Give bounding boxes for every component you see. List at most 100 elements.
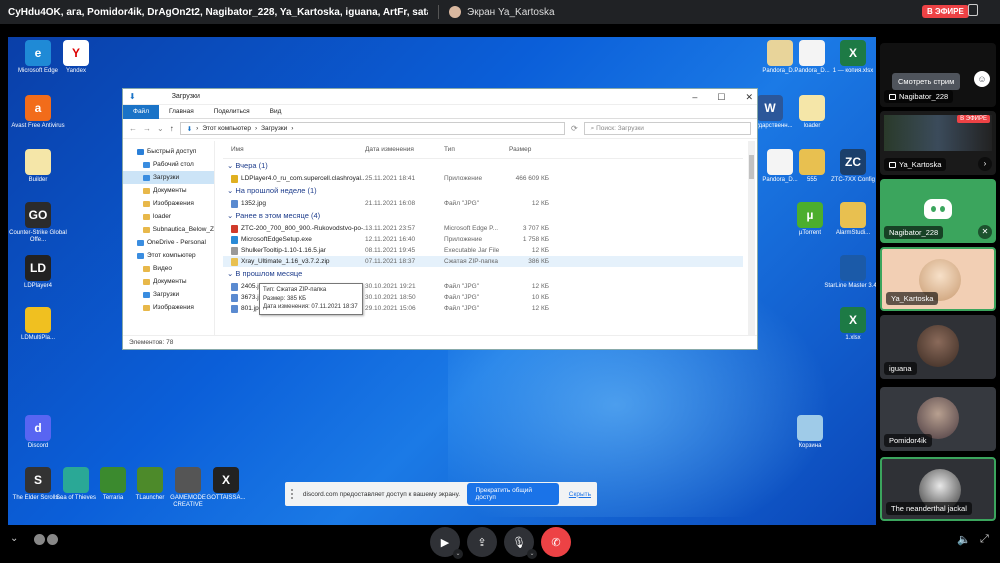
file-date: 30.10.2021 19:21 <box>365 283 416 290</box>
participant-tile-6[interactable]: Pomidor4ik <box>880 387 996 451</box>
minimize-icon[interactable]: – <box>692 92 697 103</box>
nav-item[interactable]: Рабочий стол <box>123 158 214 171</box>
disconnect-button[interactable]: ✆ <box>541 527 571 557</box>
desktop-icon[interactable]: GO Counter-Strike Global Offe... <box>8 202 68 244</box>
desktop-icon[interactable]: Корзина <box>780 415 840 450</box>
desktop-icon[interactable]: ZC ZTC-7XX Config <box>823 149 876 184</box>
file-row[interactable]: ShulkerTooltip-1.10-1.16.5.jar 08.11.2021… <box>223 245 743 256</box>
file-group-header[interactable]: ⌄ В прошлом месяце <box>223 267 743 281</box>
file-row[interactable]: 1352.jpg 21.11.2021 16:08 Файл "JPG" 12 КБ <box>223 198 743 209</box>
navigation-pane: Быстрый доступ Рабочий стол Загрузки Докуме… <box>123 141 215 335</box>
column-size[interactable]: Размер <box>509 146 549 153</box>
folder-icon <box>143 226 150 233</box>
participant-name: Nagibator_228 <box>884 226 944 239</box>
screen-share-button[interactable]: ⇪ <box>467 527 497 557</box>
chevron-down-icon[interactable]: ⌄ <box>157 124 164 133</box>
breadcrumb-computer[interactable]: Этот компьютер <box>202 125 251 132</box>
desktop-icon[interactable]: AlarmStudi... <box>823 202 876 237</box>
quick-access-toolbar-icon[interactable]: ⬇ <box>129 92 136 101</box>
chevron-right-icon[interactable]: › <box>978 157 992 171</box>
app-icon: W <box>757 95 783 121</box>
participant-tile-3[interactable]: Nagibator_228 ✕ <box>880 179 996 243</box>
file-type: Файл "JPG" <box>444 305 480 312</box>
search-input[interactable]: ⌕ Поиск: Загрузки <box>583 122 751 135</box>
desktop-icon[interactable]: Y Yandex <box>46 40 106 75</box>
participant-tile-2[interactable]: В ЭФИРЕ Ya_Kartoska › <box>880 111 996 175</box>
file-group-header[interactable]: ⌄ Вчера (1) <box>223 159 743 173</box>
fullscreen-icon[interactable]: ⤢ <box>980 533 989 546</box>
volume-icon[interactable]: 🔈 <box>957 533 971 546</box>
scrollbar-thumb[interactable] <box>749 155 754 179</box>
nav-item[interactable]: OneDrive - Personal <box>123 236 214 249</box>
nav-item[interactable]: Загрузки <box>123 171 214 184</box>
desktop-icon[interactable]: LD LDPlayer4 <box>8 255 68 290</box>
nav-item[interactable]: loader <box>123 210 214 223</box>
file-group-header[interactable]: ⌄ Ранее в этом месяце (4) <box>223 209 743 223</box>
desktop-icon[interactable]: X 1 — копия.xlsx <box>823 40 876 75</box>
nav-item[interactable]: Документы <box>123 275 214 288</box>
drag-handle[interactable] <box>291 489 297 499</box>
app-icon: X <box>840 307 866 333</box>
chevron-down-icon[interactable]: ⌄ <box>453 549 463 559</box>
breadcrumb-downloads[interactable]: Загрузки <box>261 125 287 132</box>
ribbon-tab-file[interactable]: Файл <box>123 104 159 119</box>
participant-tile-1[interactable]: Смотреть стрим ☺ Nagibator_228 <box>880 43 996 107</box>
ribbon-tab-home[interactable]: Главная <box>159 105 204 119</box>
file-icon <box>231 224 238 233</box>
desktop-icon[interactable]: StarLine Master 3.4.0 <box>823 255 876 290</box>
desktop-icon[interactable]: X 1.xlsx <box>823 307 876 342</box>
stream-view[interactable]: e Microsoft Edge Y Yandex a Avast Free Antivi… <box>8 37 876 525</box>
stop-sharing-button[interactable]: Прекратить общий доступ <box>467 483 559 505</box>
nav-item[interactable]: Видео <box>123 262 214 275</box>
ribbon-tab-share[interactable]: Поделиться <box>204 105 260 119</box>
file-row[interactable]: ZTC-200_700_800_900.-Rukovodstvo-po-... 1… <box>223 223 743 234</box>
file-row[interactable]: LDPlayer4.0_ru_com.supercell.clashroyal.… <box>223 173 743 184</box>
add-reaction-icon[interactable]: ☺ <box>974 71 990 87</box>
desktop-icon[interactable]: LDMultiPla... <box>8 307 68 342</box>
file-type: Файл "JPG" <box>444 294 480 301</box>
column-date[interactable]: Дата изменения <box>365 146 444 153</box>
refresh-icon[interactable]: ⟳ <box>571 124 578 133</box>
desktop-icon[interactable]: a Avast Free Antivirus <box>8 95 68 130</box>
breadcrumb-sep: › <box>196 125 199 132</box>
ribbon-tab-view[interactable]: Вид <box>260 105 292 119</box>
watch-stream-button[interactable]: Смотреть стрим <box>892 73 961 90</box>
popout-icon[interactable] <box>968 4 978 16</box>
participant-tile-4[interactable]: Ya_Kartoska <box>880 247 996 311</box>
tooltip-type: Тип: Сжатая ZIP-папка <box>263 287 327 293</box>
nav-item[interactable]: Загрузки <box>123 288 214 301</box>
up-icon[interactable]: ↑ <box>170 124 174 133</box>
nav-item[interactable]: Этот компьютер <box>123 249 214 262</box>
desktop-icon[interactable]: d Discord <box>8 415 68 450</box>
chevron-down-icon[interactable]: ⌄ <box>527 549 537 559</box>
nav-item[interactable]: Изображения <box>123 301 214 314</box>
desktop-icon[interactable]: X GOTTAISSA... <box>196 467 256 502</box>
file-row[interactable]: MicrosoftEdgeSetup.exe 12.11.2021 16:40 Пр… <box>223 234 743 245</box>
file-name: ZTC-200_700_800_900.-Rukovodstvo-po-... <box>241 225 365 232</box>
microphone-button[interactable]: 🎙 ⌄ <box>504 527 537 559</box>
file-row[interactable]: Xray_Ultimate_1.16_v3.7.2.zip 07.11.2021 … <box>223 256 743 267</box>
column-name[interactable]: Имя <box>223 146 365 153</box>
file-group-header[interactable]: ⌄ На прошлой неделе (1) <box>223 184 743 198</box>
maximize-icon[interactable]: ☐ <box>717 92 725 103</box>
chevron-down-icon[interactable]: ⌄ <box>10 533 18 544</box>
participant-tile-7[interactable]: The neanderthal jackal <box>880 457 996 521</box>
hide-button[interactable]: Скрыть <box>569 491 591 498</box>
participant-tile-5[interactable]: iguana <box>880 315 996 379</box>
nav-item[interactable]: Документы <box>123 184 214 197</box>
back-icon[interactable]: ← <box>129 124 137 133</box>
forward-icon[interactable]: → <box>143 124 151 133</box>
nav-item[interactable]: Быстрый доступ <box>123 145 214 158</box>
address-bar[interactable]: ⬇ › Этот компьютер › Загрузки › <box>179 122 565 135</box>
scrollbar[interactable] <box>748 141 755 335</box>
avatar <box>917 397 959 439</box>
nav-item[interactable]: Изображения <box>123 197 214 210</box>
desktop-icon[interactable]: Builder <box>8 149 68 184</box>
participant-avatars[interactable] <box>33 533 59 547</box>
desktop-icon[interactable]: loader <box>782 95 842 130</box>
close-icon[interactable]: ✕ <box>745 92 753 103</box>
column-type[interactable]: Тип <box>444 146 509 153</box>
camera-button[interactable]: ▶ ⌄ <box>430 527 463 559</box>
desktop-icon-label: Yandex <box>66 68 86 74</box>
nav-item[interactable]: Subnautica_Below_Z <box>123 223 214 236</box>
